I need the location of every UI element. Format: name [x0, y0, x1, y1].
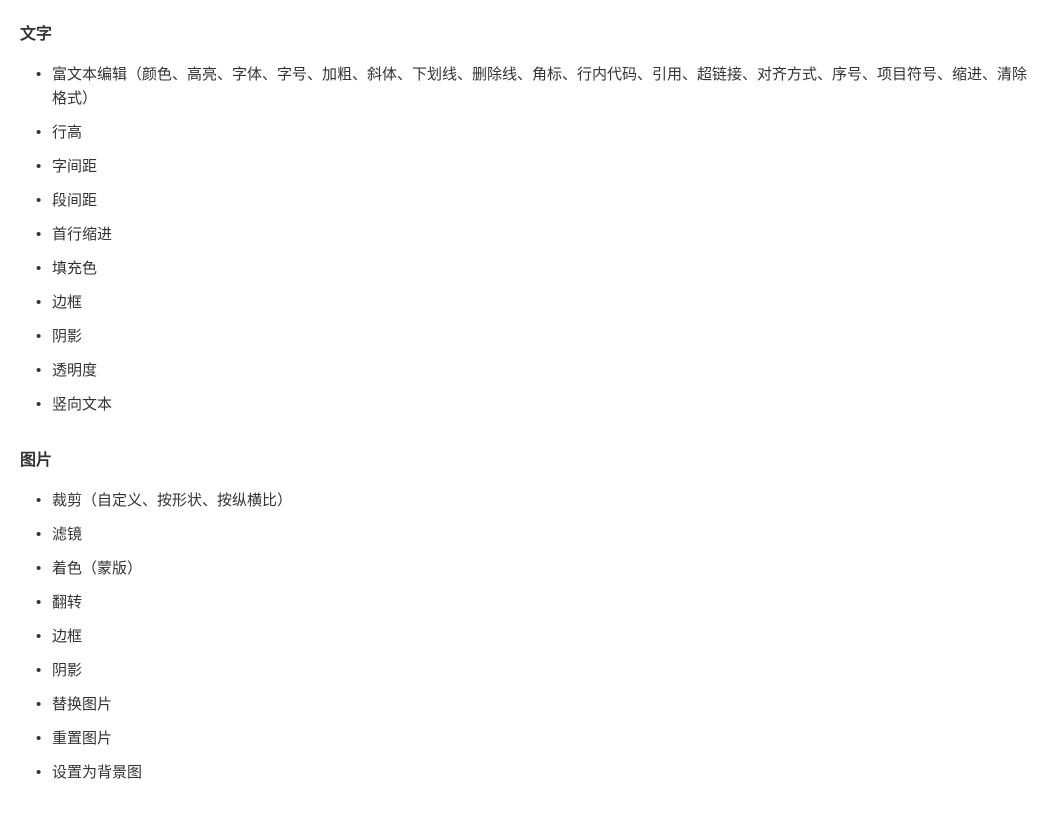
section-title-image: 图片 [20, 446, 1041, 470]
list-item: 首行缩进 [52, 218, 1041, 252]
list-item: 翻转 [52, 586, 1041, 620]
list-item: 着色（蒙版） [52, 552, 1041, 586]
list-item: 边框 [52, 286, 1041, 320]
list-item: 填充色 [52, 252, 1041, 286]
list-item: 边框 [52, 620, 1041, 654]
list-item: 字间距 [52, 150, 1041, 184]
list-item: 设置为背景图 [52, 756, 1041, 790]
list-item: 阴影 [52, 654, 1041, 688]
list-item: 阴影 [52, 320, 1041, 354]
section-title-text: 文字 [20, 20, 1041, 44]
list-item: 透明度 [52, 354, 1041, 388]
list-text: 富文本编辑（颜色、高亮、字体、字号、加粗、斜体、下划线、删除线、角标、行内代码、… [20, 58, 1041, 422]
section-image: 图片 裁剪（自定义、按形状、按纵横比） 滤镜 着色（蒙版） 翻转 边框 阴影 替… [20, 446, 1041, 790]
list-item: 竖向文本 [52, 388, 1041, 422]
list-item: 滤镜 [52, 518, 1041, 552]
list-item: 替换图片 [52, 688, 1041, 722]
list-item: 富文本编辑（颜色、高亮、字体、字号、加粗、斜体、下划线、删除线、角标、行内代码、… [52, 58, 1041, 116]
section-text: 文字 富文本编辑（颜色、高亮、字体、字号、加粗、斜体、下划线、删除线、角标、行内… [20, 20, 1041, 422]
list-item: 段间距 [52, 184, 1041, 218]
list-item: 裁剪（自定义、按形状、按纵横比） [52, 484, 1041, 518]
list-image: 裁剪（自定义、按形状、按纵横比） 滤镜 着色（蒙版） 翻转 边框 阴影 替换图片… [20, 484, 1041, 790]
list-item: 重置图片 [52, 722, 1041, 756]
list-item: 行高 [52, 116, 1041, 150]
